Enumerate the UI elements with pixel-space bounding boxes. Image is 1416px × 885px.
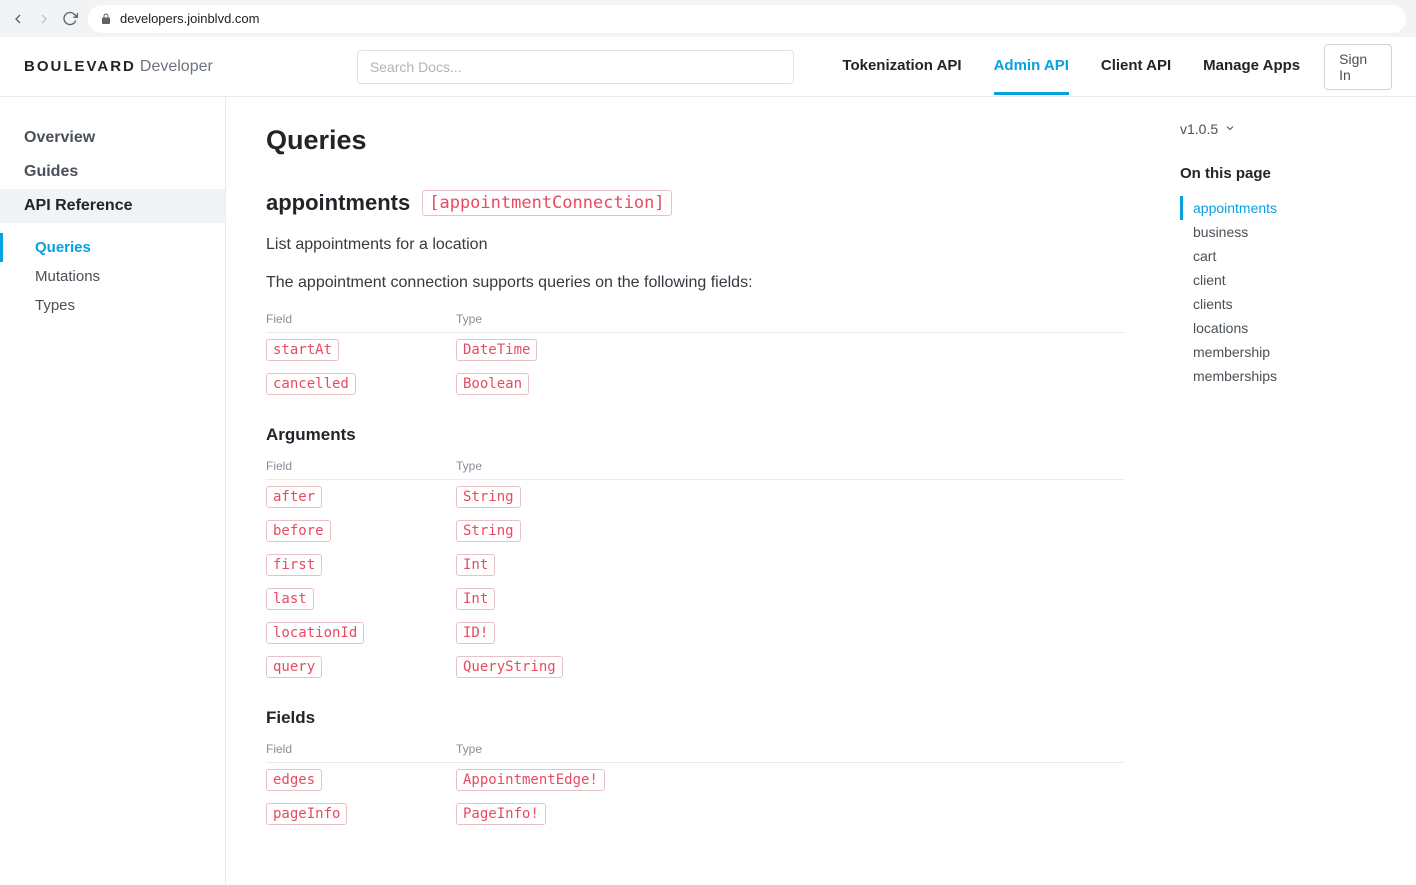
- page-title: Queries: [266, 125, 1124, 156]
- right-sidebar: v1.0.5 On this page appointmentsbusiness…: [1164, 97, 1416, 885]
- type-code[interactable]: PageInfo!: [456, 803, 546, 825]
- col-type: Type: [456, 742, 1124, 763]
- back-icon[interactable]: [10, 11, 26, 27]
- table-row: locationId ID!: [266, 616, 1124, 650]
- type-code[interactable]: ID!: [456, 622, 495, 644]
- chevron-down-icon: [1224, 121, 1236, 137]
- field-code[interactable]: cancelled: [266, 373, 356, 395]
- top-nav-item[interactable]: Manage Apps: [1203, 39, 1300, 95]
- col-type: Type: [456, 312, 1124, 333]
- table-row: before String: [266, 514, 1124, 548]
- lock-icon: [100, 13, 112, 25]
- query-return-type[interactable]: [appointmentConnection]: [422, 190, 671, 216]
- type-code[interactable]: Int: [456, 554, 495, 576]
- type-code[interactable]: QueryString: [456, 656, 563, 678]
- sidebar-sub-item[interactable]: Mutations: [0, 262, 225, 291]
- table-row: startAt DateTime: [266, 333, 1124, 368]
- query-name: appointments: [266, 190, 410, 216]
- sidebar-item[interactable]: Guides: [0, 155, 225, 189]
- logo-subtitle: Developer: [140, 58, 213, 75]
- field-code[interactable]: before: [266, 520, 331, 542]
- top-nav-item[interactable]: Admin API: [994, 39, 1069, 95]
- col-type: Type: [456, 459, 1124, 480]
- type-code[interactable]: String: [456, 486, 521, 508]
- field-code[interactable]: first: [266, 554, 322, 576]
- sidebar-item[interactable]: API Reference: [0, 189, 225, 223]
- address-bar[interactable]: developers.joinblvd.com: [88, 5, 1406, 33]
- field-code[interactable]: last: [266, 588, 314, 610]
- main-content: Queries appointments [appointmentConnect…: [226, 97, 1164, 885]
- field-code[interactable]: locationId: [266, 622, 364, 644]
- top-nav: Tokenization API Admin API Client API Manag…: [842, 39, 1300, 95]
- version-selector[interactable]: v1.0.5: [1180, 121, 1400, 137]
- url-text: developers.joinblvd.com: [120, 11, 259, 26]
- type-code[interactable]: Int: [456, 588, 495, 610]
- sidebar: OverviewGuidesAPI Reference QueriesMutat…: [0, 97, 226, 885]
- sign-in-button[interactable]: Sign In: [1324, 44, 1392, 90]
- field-code[interactable]: query: [266, 656, 322, 678]
- top-nav-item[interactable]: Tokenization API: [842, 39, 961, 95]
- description-2: The appointment connection supports quer…: [266, 274, 1124, 292]
- search-input[interactable]: Search Docs...: [357, 50, 795, 84]
- type-code[interactable]: String: [456, 520, 521, 542]
- toc-item[interactable]: cart: [1180, 244, 1400, 268]
- toc-item[interactable]: membership: [1180, 340, 1400, 364]
- table-row: pageInfo PageInfo!: [266, 797, 1124, 831]
- table-row: first Int: [266, 548, 1124, 582]
- toc-item[interactable]: client: [1180, 268, 1400, 292]
- version-text: v1.0.5: [1180, 121, 1218, 137]
- browser-chrome: developers.joinblvd.com: [0, 0, 1416, 37]
- description-1: List appointments for a location: [266, 236, 1124, 254]
- fields-heading: Fields: [266, 708, 1124, 728]
- field-code[interactable]: edges: [266, 769, 322, 791]
- sidebar-sub-item[interactable]: Queries: [0, 233, 225, 262]
- type-code[interactable]: AppointmentEdge!: [456, 769, 605, 791]
- toc-item[interactable]: appointments: [1180, 196, 1400, 220]
- arguments-heading: Arguments: [266, 425, 1124, 445]
- field-code[interactable]: after: [266, 486, 322, 508]
- field-code[interactable]: pageInfo: [266, 803, 347, 825]
- sidebar-item[interactable]: Overview: [0, 121, 225, 155]
- type-code[interactable]: DateTime: [456, 339, 537, 361]
- field-code[interactable]: startAt: [266, 339, 339, 361]
- top-nav-item[interactable]: Client API: [1101, 39, 1171, 95]
- query-heading: appointments [appointmentConnection]: [266, 190, 1124, 216]
- toc-item[interactable]: business: [1180, 220, 1400, 244]
- col-field: Field: [266, 459, 456, 480]
- table-row: edges AppointmentEdge!: [266, 763, 1124, 798]
- col-field: Field: [266, 312, 456, 333]
- type-code[interactable]: Boolean: [456, 373, 529, 395]
- supported-fields-table: Field Type startAt DateTime cancelled Boole…: [266, 312, 1124, 401]
- table-row: after String: [266, 480, 1124, 515]
- table-row: last Int: [266, 582, 1124, 616]
- forward-icon[interactable]: [36, 11, 52, 27]
- search-placeholder: Search Docs...: [370, 59, 462, 75]
- table-row: query QueryString: [266, 650, 1124, 684]
- arguments-table: Field Type after String before String first I…: [266, 459, 1124, 684]
- col-field: Field: [266, 742, 456, 763]
- toc-item[interactable]: locations: [1180, 316, 1400, 340]
- site-header: BOULEVARDDeveloper Search Docs... Tokeni…: [0, 37, 1416, 97]
- table-row: cancelled Boolean: [266, 367, 1124, 401]
- toc-item[interactable]: memberships: [1180, 364, 1400, 388]
- reload-icon[interactable]: [62, 11, 78, 27]
- logo-text: BOULEVARD: [24, 58, 136, 75]
- logo[interactable]: BOULEVARDDeveloper: [24, 58, 213, 76]
- sidebar-sub-item[interactable]: Types: [0, 291, 225, 320]
- fields-table: Field Type edges AppointmentEdge! pageInfo…: [266, 742, 1124, 831]
- toc-item[interactable]: clients: [1180, 292, 1400, 316]
- on-this-page-title: On this page: [1180, 165, 1400, 182]
